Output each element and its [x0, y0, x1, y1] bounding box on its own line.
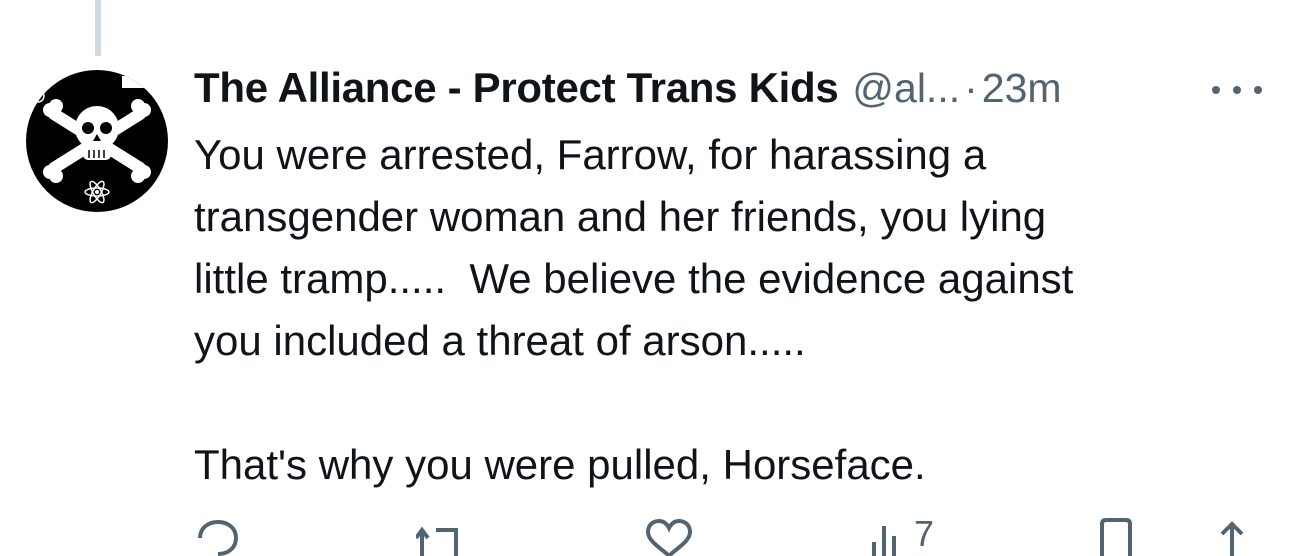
retweet-icon [416, 526, 458, 556]
avatar[interactable] [26, 70, 168, 212]
more-dot [1254, 86, 1262, 94]
bookmark-icon [1100, 518, 1132, 556]
heart-icon [645, 518, 693, 556]
more-dot [1233, 86, 1241, 94]
views-chart-icon [872, 526, 896, 556]
separator-dot: · [964, 65, 978, 111]
more-dot [1212, 86, 1220, 94]
bookmark-button[interactable] [1096, 516, 1136, 556]
share-icon [1220, 521, 1244, 556]
reply-icon [198, 519, 239, 556]
thread-connector-line [95, 0, 101, 56]
more-icon[interactable] [1212, 78, 1262, 102]
tweet[interactable]: The Alliance - Protect Trans Kids @al...… [194, 64, 1274, 496]
author-handle[interactable]: @al... [852, 65, 960, 112]
retweet-button[interactable] [416, 516, 466, 556]
reply-button[interactable] [194, 516, 242, 556]
views-count: 7 [914, 513, 935, 554]
like-button[interactable] [644, 516, 694, 556]
skull-crossbones-icon [31, 76, 151, 204]
tweet-action-bar: 7 [194, 516, 1254, 556]
tweet-timestamp[interactable]: 23m [982, 65, 1062, 112]
views-button[interactable]: 7 [870, 516, 934, 556]
author-name[interactable]: The Alliance - Protect Trans Kids [194, 64, 839, 112]
share-button[interactable] [1214, 516, 1250, 556]
tweet-header: The Alliance - Protect Trans Kids @al...… [194, 64, 1274, 120]
tweet-text: You were arrested, Farrow, for harassing… [194, 131, 1074, 488]
